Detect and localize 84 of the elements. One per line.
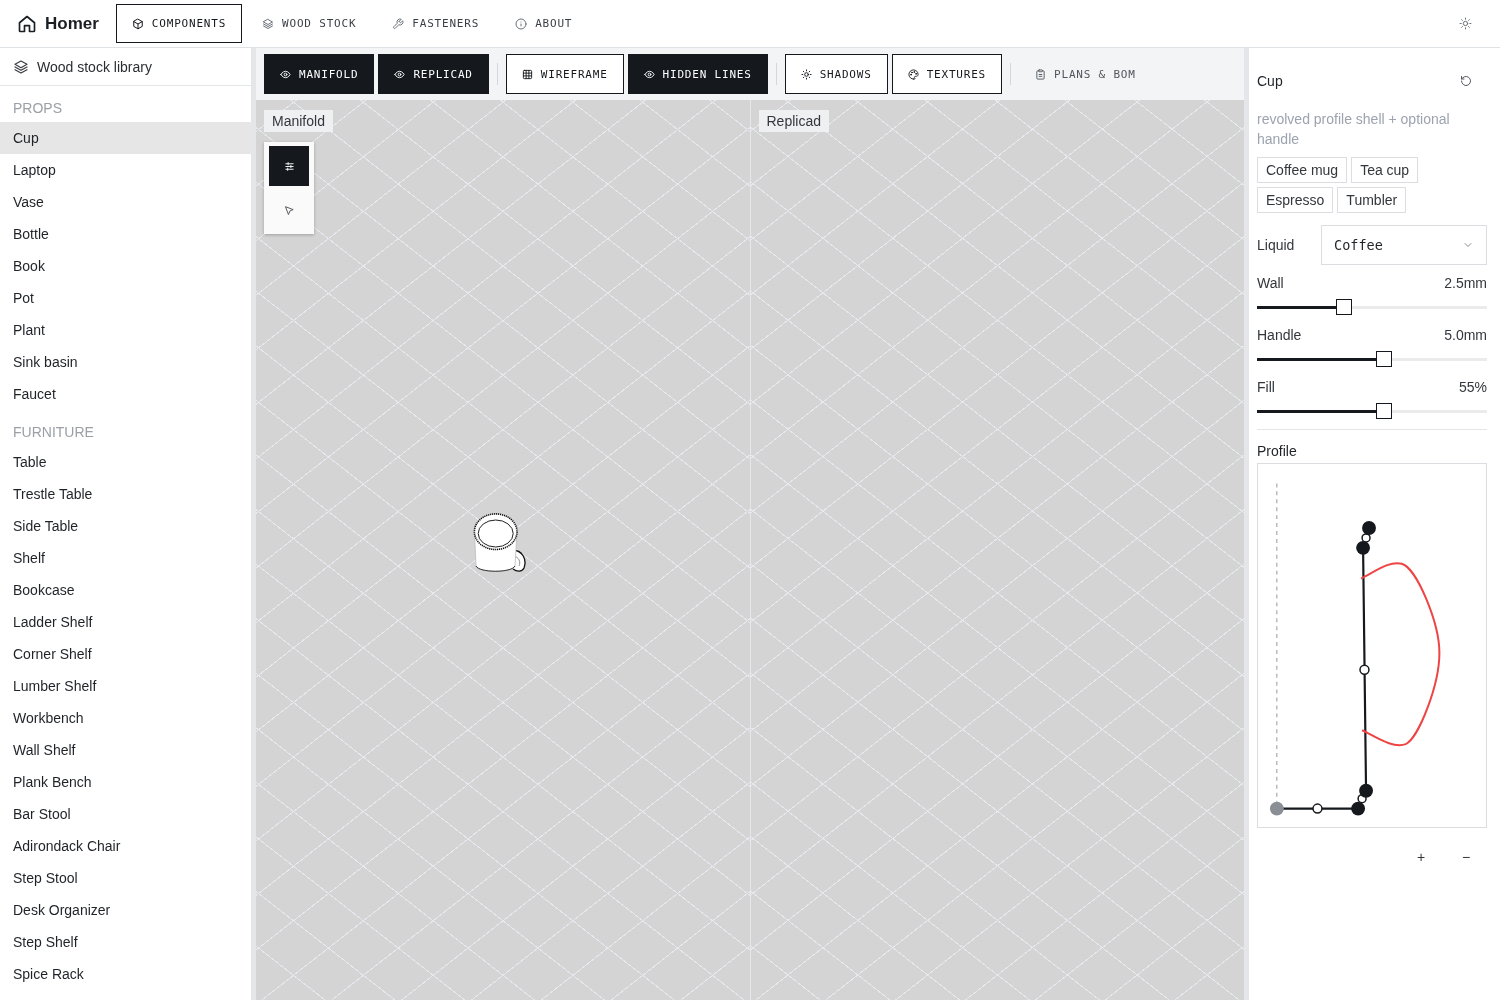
eye-icon <box>280 68 291 80</box>
toggle-button[interactable]: HIDDEN LINES <box>627 54 768 94</box>
toolbar-button[interactable]: PLANS & BOM <box>1019 54 1152 94</box>
sidebar-item[interactable]: Wall Shelf <box>0 734 251 766</box>
sidebar-item[interactable]: Desk Organizer <box>0 894 251 926</box>
sidebar-item[interactable]: Plant <box>0 314 251 346</box>
sidebar-item[interactable]: Table <box>0 446 251 478</box>
layers-icon <box>262 17 275 30</box>
nav-tab[interactable]: WOOD STOCK <box>246 4 373 43</box>
sidebar-item[interactable]: Bar Stool <box>0 798 251 830</box>
sun-icon[interactable] <box>1459 17 1472 30</box>
slider-thumb[interactable] <box>1375 403 1392 419</box>
sidebar-title: Wood stock library <box>37 58 152 75</box>
inspector-title: Cup <box>1257 73 1283 89</box>
toggle-button[interactable]: MANIFOLD <box>264 54 375 94</box>
eye-icon <box>394 68 406 80</box>
slider-label: Fill <box>1257 379 1275 395</box>
sidebar-item[interactable]: Lumber Shelf <box>0 670 251 702</box>
eye-icon <box>643 68 655 80</box>
sidebar-item[interactable]: Ladder Shelf <box>0 606 251 638</box>
sidebar-item[interactable]: Vase <box>0 186 251 218</box>
viewport-label: Manifold <box>264 110 333 132</box>
slider-label: Handle <box>1257 327 1302 343</box>
sidebar-item[interactable]: Corner Shelf <box>0 638 251 670</box>
nav-tab[interactable]: ABOUT <box>499 4 589 43</box>
layers-icon <box>13 58 29 75</box>
house-icon <box>17 13 37 34</box>
sidebar-item[interactable]: Sink basin <box>0 346 251 378</box>
nav-tab[interactable]: FASTENERS <box>376 4 496 43</box>
profile-editor[interactable] <box>1257 463 1487 828</box>
pointer-icon <box>283 204 295 216</box>
wrench-icon <box>392 17 405 30</box>
toggle-button[interactable]: REPLICAD <box>378 54 489 94</box>
preset-chip[interactable]: Coffee mug <box>1257 157 1348 183</box>
slider-label: Wall <box>1257 275 1284 291</box>
sidebar-item[interactable]: Side Table <box>0 510 251 542</box>
sidebar-item[interactable]: Trestle Table <box>0 478 251 510</box>
preset-chip[interactable]: Tea cup <box>1351 157 1419 183</box>
sidebar-item[interactable]: Book <box>0 250 251 282</box>
toggle-button[interactable]: WIREFRAME <box>505 54 624 94</box>
sidebar-item[interactable]: Bottle <box>0 218 251 250</box>
section-label: Profile <box>1257 442 1298 461</box>
toggle-button[interactable]: SHADOWS <box>784 54 888 94</box>
info-icon <box>515 17 528 30</box>
liquid-select[interactable]: Coffee <box>1321 225 1487 265</box>
nav-tab[interactable]: COMPONENTS <box>115 4 243 43</box>
sidebar-item[interactable]: Plank Bench <box>0 766 251 798</box>
slider-thumb[interactable] <box>1375 351 1392 367</box>
section-heading: FURNITURE <box>12 423 95 442</box>
sidebar-item[interactable]: Step Shelf <box>0 926 251 958</box>
sidebar-item[interactable]: Workbench <box>0 702 251 734</box>
plus-button[interactable]: + <box>1405 845 1437 869</box>
grid-icon <box>521 68 533 80</box>
reset-icon[interactable] <box>1460 75 1472 87</box>
slider-thumb[interactable] <box>1336 299 1353 315</box>
sidebar-item[interactable]: Step Stool <box>0 862 251 894</box>
sidebar-item[interactable]: Laptop <box>0 154 251 186</box>
description: revolved profile shell + optional handle <box>1257 110 1451 149</box>
sidebar-item[interactable]: Bookcase <box>0 574 251 606</box>
palette-icon <box>907 68 919 80</box>
section-heading: PROPS <box>12 99 63 118</box>
sidebar-item[interactable]: Pot <box>0 282 251 314</box>
preset-chip[interactable]: Espresso <box>1257 187 1334 213</box>
sidebar-item[interactable]: Cup <box>0 122 251 154</box>
field-label: Liquid <box>1257 237 1296 253</box>
home-link[interactable]: Homer <box>17 13 99 34</box>
viewport[interactable]: Manifold <box>256 100 750 1000</box>
sidebar-item[interactable]: Adirondack Chair <box>0 830 251 862</box>
minus-button[interactable]: − <box>1450 845 1482 869</box>
slider-value: 5.0mm <box>1444 327 1487 343</box>
sidebar-item[interactable]: Spice Rack <box>0 958 251 990</box>
viewport-label: Replicad <box>758 110 829 132</box>
viewport[interactable]: Replicad <box>750 100 1244 1000</box>
tool-button[interactable] <box>269 146 309 186</box>
preset-chip[interactable]: Tumbler <box>1337 187 1407 213</box>
sliders-icon <box>283 160 295 172</box>
sidebar-item[interactable]: Faucet <box>0 378 251 410</box>
cube-icon <box>131 17 144 30</box>
toggle-button[interactable]: TEXTURES <box>891 54 1003 94</box>
slider-value: 2.5mm <box>1444 275 1487 291</box>
clipboard-icon <box>1035 68 1047 80</box>
sun-icon <box>800 68 812 80</box>
sidebar-item[interactable]: Shelf <box>0 542 251 574</box>
slider-value: 55% <box>1458 379 1487 395</box>
